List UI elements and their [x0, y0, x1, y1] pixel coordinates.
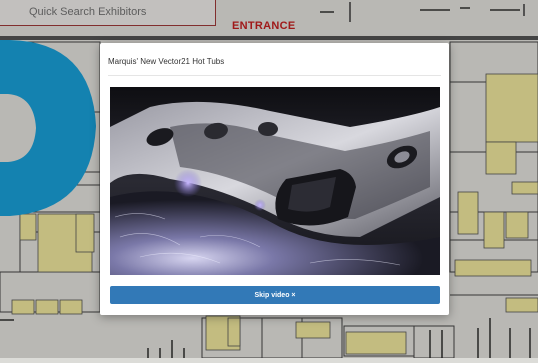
video-modal: Marquis' New Vector21 Hot Tubs Skip vide…	[100, 43, 449, 315]
hot-tub-video-frame	[110, 87, 440, 275]
modal-title: Marquis' New Vector21 Hot Tubs	[108, 57, 225, 66]
skip-video-button[interactable]: Skip video ×	[110, 286, 440, 304]
modal-divider	[108, 75, 441, 76]
video-player[interactable]	[110, 87, 440, 275]
